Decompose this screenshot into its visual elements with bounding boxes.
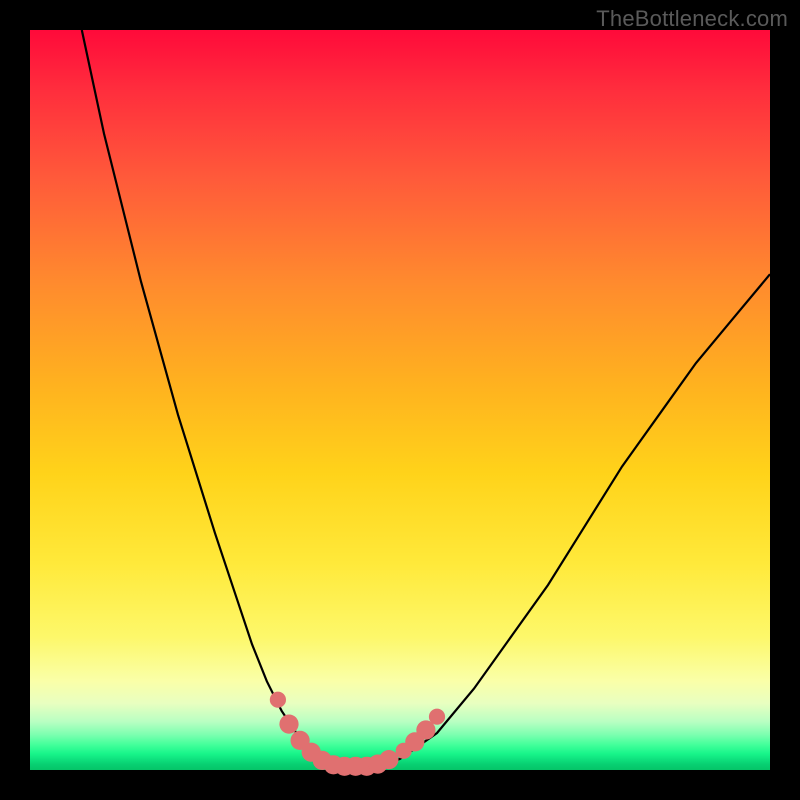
curve-marker xyxy=(279,715,298,734)
curve-marker xyxy=(270,692,286,708)
curve-markers xyxy=(270,692,445,776)
watermark-text: TheBottleneck.com xyxy=(596,6,788,32)
bottleneck-curve xyxy=(82,30,770,766)
chart-svg xyxy=(30,30,770,770)
curve-marker xyxy=(429,709,445,725)
curve-marker xyxy=(379,750,398,769)
plot-area xyxy=(30,30,770,770)
chart-frame: TheBottleneck.com xyxy=(0,0,800,800)
